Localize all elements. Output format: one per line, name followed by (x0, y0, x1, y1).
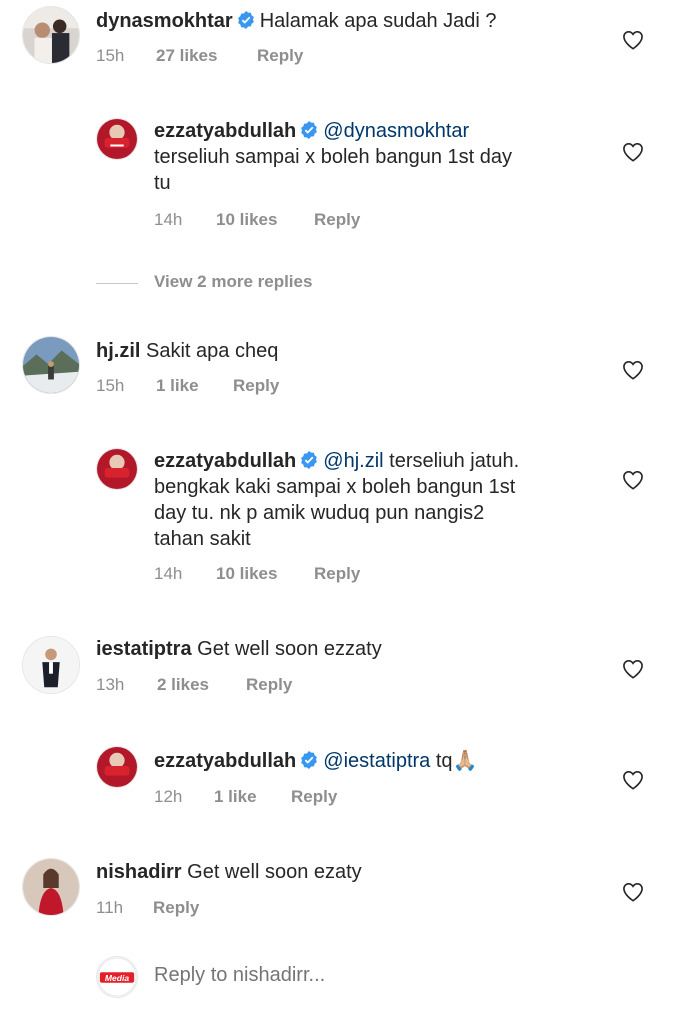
comment-text: iestatiptra Get well soon ezzaty (96, 636, 382, 662)
timestamp: 11h (96, 898, 124, 917)
username[interactable]: dynasmokhtar (96, 10, 233, 32)
divider-line (96, 283, 138, 284)
heart-icon[interactable] (622, 30, 644, 50)
reply-meta: 12h 1 like Reply (154, 787, 454, 809)
reply-button[interactable]: Reply (153, 898, 199, 918)
reply-button[interactable]: Reply (246, 675, 292, 695)
current-user-avatar: Media (96, 956, 138, 998)
reply-body-line: tu (154, 172, 171, 194)
avatar-iestatiptra[interactable] (22, 636, 80, 694)
timestamp: 12h (154, 787, 183, 806)
avatar-ezzatyabdullah[interactable] (96, 448, 138, 490)
avatar-nishadirr[interactable] (22, 858, 80, 916)
reply-button[interactable]: Reply (314, 564, 360, 584)
reply-button[interactable]: Reply (233, 376, 279, 396)
reply-body-line: bengkak kaki sampai x boleh bangun 1st (154, 476, 516, 498)
reply-input[interactable] (154, 964, 594, 987)
reply-composer: Media (0, 950, 682, 1006)
timestamp: 15h (96, 46, 125, 65)
heart-icon[interactable] (622, 659, 644, 679)
comment-text: hj.zil Sakit apa cheq (96, 338, 278, 364)
comment-text: nishadirr Get well soon ezaty (96, 859, 362, 885)
mention-link[interactable]: @dynasmokhtar (323, 120, 469, 142)
heart-icon[interactable] (622, 770, 644, 790)
likes-count[interactable]: 10 likes (216, 210, 277, 230)
comment-body: Get well soon ezaty (187, 861, 362, 883)
comment-meta: 15h 1 like Reply (96, 376, 396, 398)
verified-badge-icon (301, 121, 318, 139)
heart-icon[interactable] (622, 360, 644, 380)
comment-body: Sakit apa cheq (146, 340, 279, 362)
svg-text:▬▬: ▬▬ (110, 142, 124, 149)
likes-count[interactable]: 27 likes (156, 46, 217, 66)
heart-icon[interactable] (622, 470, 644, 490)
mention-link[interactable]: @hj.zil (323, 450, 383, 472)
reply-button[interactable]: Reply (291, 787, 337, 807)
avatar-ezzatyabdullah[interactable]: ▬▬ (96, 118, 138, 160)
username[interactable]: ezzatyabdullah (154, 120, 296, 142)
timestamp: 14h (154, 210, 183, 229)
likes-count[interactable]: 1 like (214, 787, 257, 807)
reply-button[interactable]: Reply (257, 46, 303, 66)
username[interactable]: ezzatyabdullah (154, 750, 296, 772)
reply-body-line: tq🙏🏼 (435, 750, 478, 772)
reply-text: ezzatyabdullah @dynasmokhtar terseliuh sa… (154, 118, 594, 196)
reply-body-line: day tu. nk p amik wuduq pun nangis2 (154, 502, 485, 524)
reply-text: ezzatyabdullah @iestatiptra tq🙏🏼 (154, 748, 594, 774)
likes-count[interactable]: 1 like (156, 376, 199, 396)
username[interactable]: hj.zil (96, 340, 140, 362)
view-more-label[interactable]: View 2 more replies (154, 272, 312, 292)
heart-icon[interactable] (622, 142, 644, 162)
comment-body: Halamak apa sudah Jadi ? (259, 10, 497, 32)
username[interactable]: iestatiptra (96, 638, 192, 660)
reply-body-line: terseliuh sampai x boleh bangun 1st day (154, 146, 513, 168)
verified-badge-icon (237, 11, 254, 29)
timestamp: 13h (96, 675, 125, 694)
likes-count[interactable]: 10 likes (216, 564, 277, 584)
reply-body-line: terseliuh jatuh. (389, 450, 520, 472)
avatar-dynasmokhtar[interactable] (22, 6, 80, 64)
likes-count[interactable]: 2 likes (157, 675, 209, 695)
reply-button[interactable]: Reply (314, 210, 360, 230)
username[interactable]: nishadirr (96, 861, 182, 883)
avatar-ezzatyabdullah[interactable] (96, 746, 138, 788)
mention-link[interactable]: @iestatiptra (323, 750, 430, 772)
verified-badge-icon (301, 751, 318, 769)
comment-text: dynasmokhtar Halamak apa sudah Jadi ? (96, 8, 497, 34)
username[interactable]: ezzatyabdullah (154, 450, 296, 472)
comment-meta: 15h 27 likes Reply (96, 46, 396, 68)
comment-meta: 13h 2 likes Reply (96, 675, 396, 697)
reply-meta: 14h 10 likes Reply (154, 210, 454, 232)
reply-text: ezzatyabdullah @hj.zil terseliuh jatuh. b… (154, 448, 614, 552)
comment-meta: 11h Reply (96, 898, 396, 920)
timestamp: 15h (96, 376, 125, 395)
media-logo-text: Media (105, 973, 130, 983)
heart-icon[interactable] (622, 882, 644, 902)
reply-meta: 14h 10 likes Reply (154, 564, 454, 586)
timestamp: 14h (154, 564, 183, 583)
reply-body-line: tahan sakit (154, 528, 251, 550)
avatar-hj-zil[interactable] (22, 336, 80, 394)
verified-badge-icon (301, 451, 318, 469)
comment-body: Get well soon ezzaty (197, 638, 382, 660)
